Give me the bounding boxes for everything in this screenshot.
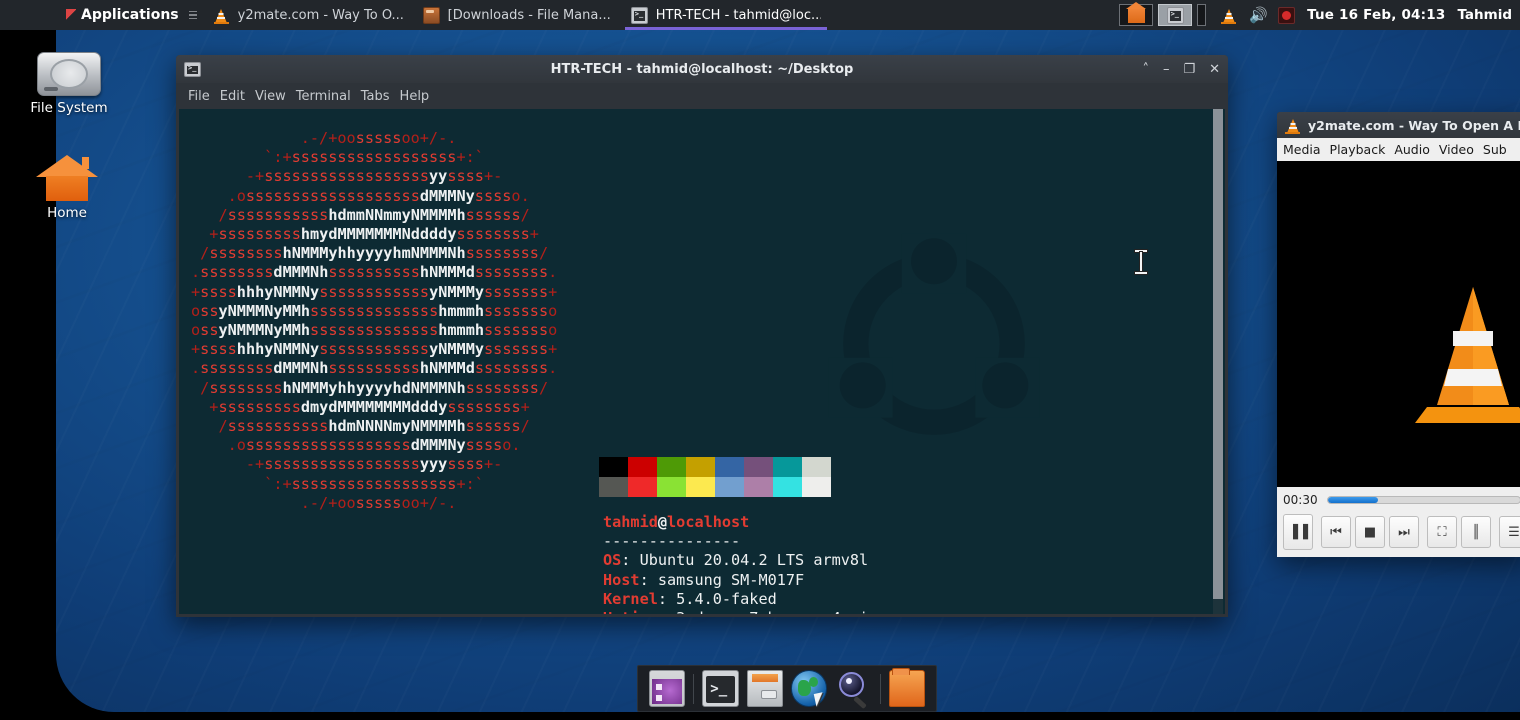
close-button[interactable]: ✕ bbox=[1209, 63, 1220, 76]
vlc-playlist-button[interactable]: ☰ bbox=[1499, 516, 1520, 548]
file-manager-icon bbox=[422, 6, 440, 24]
desktop-icon-home[interactable]: Home bbox=[12, 155, 122, 221]
vlc-tray-icon[interactable] bbox=[1220, 6, 1238, 24]
workspace-3[interactable] bbox=[1197, 4, 1207, 26]
record-icon[interactable] bbox=[1278, 6, 1296, 24]
vlc-controls[interactable]: 00:30 ▐▐ ⏮ ■ ⏭ ⛶ ║ ☰ ↻ bbox=[1277, 487, 1520, 557]
system-tray[interactable]: 🔊 bbox=[1220, 6, 1296, 24]
folder-icon[interactable] bbox=[888, 668, 925, 707]
workspace-2[interactable] bbox=[1158, 4, 1193, 26]
terminal-output-area[interactable]: .-/+oosssssoo+/-. `:+ssssssssssssssssss+… bbox=[179, 109, 1211, 614]
desktop-icon-label: File System bbox=[30, 100, 108, 116]
dock[interactable]: >_ bbox=[637, 665, 937, 712]
vlc-seek-bar[interactable] bbox=[1326, 496, 1520, 504]
xfce-logo-icon bbox=[66, 9, 76, 21]
terminal-window[interactable]: HTR-TECH - tahmid@localhost: ~/Desktop ˄… bbox=[176, 55, 1228, 617]
vlc-fullscreen-button[interactable]: ⛶ bbox=[1427, 516, 1457, 548]
neofetch-ascii-art: .-/+oosssssoo+/-. `:+ssssssssssssssssss+… bbox=[191, 129, 558, 512]
menu-item-file[interactable]: File bbox=[188, 87, 220, 106]
menu-item-edit[interactable]: Edit bbox=[220, 87, 255, 106]
terminal-scrollbar[interactable] bbox=[1211, 109, 1225, 614]
clock[interactable]: Tue 16 Feb, 04:13 bbox=[1307, 7, 1445, 23]
desktop-icon-label: Home bbox=[47, 205, 87, 221]
top-panel[interactable]: Applications y2mate.com - Way To O... [D… bbox=[0, 0, 1520, 30]
menu-item-terminal[interactable]: Terminal bbox=[296, 87, 361, 106]
vlc-play-pause-button[interactable]: ▐▐ bbox=[1283, 514, 1313, 550]
volume-icon[interactable]: 🔊 bbox=[1249, 7, 1268, 23]
vlc-menu-subtitle[interactable]: Sub bbox=[1483, 142, 1516, 157]
vlc-icon bbox=[213, 7, 230, 24]
desktop-icon-file-system[interactable]: File System bbox=[14, 52, 124, 116]
dock-separator bbox=[879, 673, 881, 704]
neofetch-info-block: tahmid@localhost --------------- OS: Ubu… bbox=[603, 513, 886, 614]
applications-menu-button[interactable]: Applications bbox=[62, 0, 183, 30]
taskbar-item-terminal[interactable]: HTR-TECH - tahmid@loc... bbox=[621, 0, 831, 30]
vlc-menubar: Media Playback Audio Video Sub bbox=[1277, 138, 1520, 161]
vlc-menu-media[interactable]: Media bbox=[1283, 142, 1330, 157]
vlc-titlebar[interactable]: y2mate.com - Way To Open A Lo bbox=[1277, 112, 1520, 138]
terminal-body[interactable]: .-/+oosssssoo+/-. `:+ssssssssssssssssss+… bbox=[179, 109, 1225, 614]
hard-drive-icon bbox=[37, 52, 101, 96]
terminal-titlebar[interactable]: HTR-TECH - tahmid@localhost: ~/Desktop ˄… bbox=[176, 55, 1228, 83]
screen-root: File System Home HTR-TECH - tahmid@local… bbox=[0, 0, 1520, 720]
panel-grip-handle[interactable] bbox=[188, 10, 197, 20]
terminal-icon bbox=[1166, 6, 1184, 24]
menu-item-view[interactable]: View bbox=[255, 87, 296, 106]
terminal-window-title: HTR-TECH - tahmid@localhost: ~/Desktop bbox=[550, 61, 854, 77]
terminal-icon[interactable]: >_ bbox=[702, 670, 739, 707]
text-cursor-icon bbox=[1134, 250, 1148, 274]
vlc-stop-button[interactable]: ■ bbox=[1355, 516, 1385, 548]
vlc-elapsed-time: 00:30 bbox=[1283, 493, 1318, 507]
maximize-button[interactable]: ❐ bbox=[1183, 63, 1195, 76]
home-folder-icon bbox=[1125, 1, 1146, 23]
vlc-equalizer-button[interactable]: ║ bbox=[1461, 516, 1491, 548]
shade-button[interactable]: ˄ bbox=[1142, 63, 1149, 76]
vlc-previous-button[interactable]: ⏮ bbox=[1321, 516, 1351, 548]
vlc-cone-icon bbox=[1415, 287, 1520, 423]
vlc-next-button[interactable]: ⏭ bbox=[1389, 516, 1419, 548]
user-name[interactable]: Tahmid bbox=[1457, 7, 1512, 23]
workspace-1[interactable] bbox=[1119, 1, 1154, 26]
file-manager-icon[interactable] bbox=[746, 670, 784, 707]
vlc-menu-video[interactable]: Video bbox=[1439, 142, 1483, 157]
taskbar-item-vlc[interactable]: y2mate.com - Way To O... bbox=[203, 0, 413, 30]
web-browser-icon[interactable] bbox=[791, 670, 828, 707]
menu-item-tabs[interactable]: Tabs bbox=[361, 87, 400, 106]
app-menu-icon[interactable] bbox=[649, 670, 686, 707]
terminal-icon bbox=[630, 6, 648, 24]
vlc-icon bbox=[1284, 117, 1301, 134]
menu-item-help[interactable]: Help bbox=[400, 87, 440, 106]
taskbar-item-label: [Downloads - File Mana... bbox=[447, 7, 611, 23]
home-folder-icon bbox=[36, 155, 98, 201]
dock-separator bbox=[693, 673, 695, 704]
taskbar-item-label: HTR-TECH - tahmid@loc... bbox=[655, 7, 821, 23]
terminal-menubar: File Edit View Terminal Tabs Help bbox=[176, 83, 1228, 109]
workspace-switcher[interactable] bbox=[1119, 1, 1207, 26]
minimize-button[interactable]: – bbox=[1163, 63, 1170, 76]
vlc-window[interactable]: y2mate.com - Way To Open A Lo Media Play… bbox=[1277, 112, 1520, 557]
taskbar-item-file-manager[interactable]: [Downloads - File Mana... bbox=[413, 0, 621, 30]
vlc-menu-playback[interactable]: Playback bbox=[1330, 142, 1395, 157]
applications-menu-label: Applications bbox=[81, 7, 179, 23]
terminal-icon bbox=[184, 61, 201, 77]
vlc-window-title: y2mate.com - Way To Open A Lo bbox=[1308, 117, 1520, 133]
search-icon[interactable] bbox=[835, 670, 871, 710]
taskbar-item-label: y2mate.com - Way To O... bbox=[237, 7, 403, 23]
vlc-menu-audio[interactable]: Audio bbox=[1394, 142, 1439, 157]
vlc-video-area[interactable] bbox=[1277, 161, 1520, 487]
